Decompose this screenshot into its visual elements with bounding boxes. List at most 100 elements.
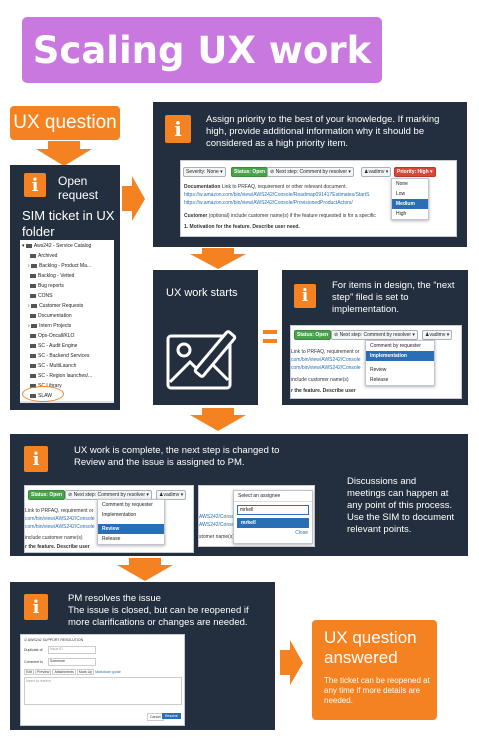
- doc-heading: Documentation: [184, 184, 221, 190]
- comment-select[interactable]: Someone: [48, 658, 96, 666]
- next-step-option[interactable]: Review: [366, 365, 434, 375]
- tree-item[interactable]: Backlog - Vetted: [20, 271, 114, 281]
- priority-option-selected[interactable]: Medium: [392, 199, 428, 209]
- assignee-popup-title: Select an assignee: [234, 491, 312, 502]
- ux-work-starts-label: UX work starts: [166, 287, 238, 299]
- customer-text: (optional) include customer name(s) if t…: [208, 213, 376, 219]
- ux-folder-highlight: [22, 386, 64, 402]
- doc-line: Documentation Link to PRFAQ, requirement…: [184, 184, 347, 190]
- dup-input[interactable]: Issue ID: [48, 646, 96, 654]
- tree-item[interactable]: CONS: [20, 291, 114, 301]
- priority-option[interactable]: Low: [392, 189, 428, 199]
- link-1[interactable]: https://w.amazon.com/bin/view/AWS242/Con…: [184, 192, 369, 198]
- priority-dropdown[interactable]: Priority: High ▾: [394, 167, 436, 177]
- complete-instructions: UX work is complete, the next step is ch…: [74, 445, 280, 468]
- tree-item[interactable]: › Backlog - Product Ma...: [20, 261, 114, 271]
- tab-attachments[interactable]: Attachments: [52, 669, 76, 675]
- link-fragment[interactable]: com/bin/view/AWS242/Console: [25, 524, 95, 530]
- next-step-option[interactable]: Release: [366, 375, 434, 385]
- next-step-dropdown[interactable]: ⊘ Next step: Comment by resolver ▾: [331, 330, 418, 340]
- tree-item[interactable]: SC - Audit Engine: [20, 341, 114, 351]
- tab-preview[interactable]: Preview: [35, 669, 52, 675]
- equals-icon: [263, 330, 277, 334]
- info-icon: i: [294, 284, 316, 308]
- assignee-input[interactable]: mrkell: [237, 505, 309, 515]
- tree-item[interactable]: Bug reports: [20, 281, 114, 291]
- tree-item[interactable]: Documentation: [20, 311, 114, 321]
- tab-markup[interactable]: Mark Up: [76, 669, 95, 675]
- tree-item[interactable]: ▾ Aws242 - Service Catalog: [20, 241, 114, 251]
- image-edit-icon: [166, 330, 237, 390]
- block-icon: ⊘: [68, 492, 73, 498]
- comment-label: Comment to: [24, 660, 44, 664]
- next-step-option[interactable]: Comment by requester: [98, 500, 164, 510]
- motivation-line: 1. Motivation for the feature. Describe …: [184, 224, 300, 230]
- down-arrow-icon: [117, 558, 173, 581]
- info-icon: i: [24, 594, 48, 620]
- tree-item[interactable]: SC - MultiLaunch: [20, 361, 114, 371]
- next-step-dropdown[interactable]: ⊘ Next step: Comment by resolver ▾: [267, 167, 354, 177]
- ux-question-box: UX question: [10, 106, 120, 140]
- design-instructions: For items in design, the “next step” fil…: [332, 280, 455, 315]
- next-step-menu: Comment by requester Implementation Revi…: [365, 340, 435, 386]
- doc-fragment: Link to PRFAQ, requirement or: [291, 349, 360, 355]
- ux-question-label: UX question: [13, 112, 117, 133]
- final-title: UX question answered: [324, 628, 417, 667]
- assignee-option[interactable]: mrkell: [237, 518, 309, 528]
- checkbox-icon: ☑: [24, 638, 28, 642]
- info-icon: i: [24, 173, 46, 197]
- right-arrow-icon: [122, 176, 145, 221]
- form-header: ☑ AWS242 SUPPORT RESOLUTION: [24, 638, 84, 642]
- priority-option[interactable]: None: [392, 179, 428, 189]
- status-button[interactable]: Status: Open: [28, 490, 66, 500]
- info-icon: i: [165, 115, 191, 143]
- info-icon: i: [24, 446, 48, 472]
- markdown-link[interactable]: Markdown guide: [95, 670, 121, 674]
- block-icon: ⊘: [334, 332, 339, 338]
- equals-icon-bar: [263, 339, 277, 343]
- tree-item[interactable]: SC - Backend Services: [20, 351, 114, 361]
- customer-fragment: include customer name(s): [25, 535, 83, 541]
- customer-fragment: include customer name(s): [291, 377, 349, 383]
- next-step-option[interactable]: Implementation: [98, 510, 164, 520]
- doc-text: Link to PRFAQ, requirement or other rele…: [221, 184, 347, 190]
- tree-item[interactable]: › Intern Projects: [20, 321, 114, 331]
- link-fragment[interactable]: com/bin/view/AWS242/Console: [291, 357, 361, 363]
- down-arrow-icon: [190, 248, 246, 269]
- block-icon: ⊘: [270, 169, 275, 175]
- link-fragment[interactable]: com/bin/view/AWS242/Console: [291, 365, 361, 371]
- priority-instructions: Assign priority to the best of your know…: [206, 114, 440, 149]
- discussion-note: Discussions and meetings can happen at a…: [347, 476, 455, 535]
- severity-dropdown[interactable]: Severity: None ▾: [183, 167, 226, 177]
- close-link[interactable]: Close: [234, 528, 312, 538]
- user-dropdown[interactable]: ♟vadimv ▾: [422, 330, 453, 340]
- next-step-option[interactable]: Release: [98, 534, 164, 544]
- priority-menu: None Low Medium High: [391, 178, 429, 220]
- link-fragment[interactable]: com/bin/view/AWS242/Console: [25, 516, 95, 522]
- editor-tabs: Edit Preview Attachments Mark Up Markdow…: [24, 669, 121, 675]
- next-step-option-selected[interactable]: Review: [98, 524, 164, 534]
- tree-item[interactable]: Ops-Oncall/KLO: [20, 331, 114, 341]
- tab-edit[interactable]: Edit: [24, 669, 35, 675]
- down-arrow-icon: [190, 408, 246, 431]
- priority-option[interactable]: High: [392, 209, 428, 219]
- page-title: Scaling UX work: [32, 28, 372, 72]
- tree-item[interactable]: SC - Region launches/...: [20, 371, 114, 381]
- motivation-fragment: r the feature. Describe user: [25, 544, 90, 550]
- status-button[interactable]: Status: Open: [294, 330, 332, 340]
- final-text: The ticket can be reopened at any time i…: [324, 676, 430, 705]
- motivation-fragment: r the feature. Describe user: [291, 388, 356, 394]
- link-2[interactable]: https://w.amazon.com/bin/view/AWS242/Con…: [184, 200, 353, 206]
- resolve-button[interactable]: Resolve: [162, 713, 181, 719]
- next-step-menu: Comment by requester Implementation Revi…: [97, 499, 165, 545]
- user-dropdown[interactable]: ♟vadimv ▾: [361, 167, 392, 177]
- tree-item[interactable]: › Customer Requests: [20, 301, 114, 311]
- assignee-popup: Select an assignee mrkell mrkell Close: [233, 490, 313, 544]
- next-step-option[interactable]: Comment by requester: [366, 341, 434, 351]
- customer-line: Customer (optional) include customer nam…: [184, 213, 376, 219]
- status-button[interactable]: Status: Open: [231, 167, 269, 177]
- tree-item[interactable]: Archived: [20, 251, 114, 261]
- doc-fragment: Link to PRFAQ, requirement or: [25, 508, 94, 514]
- next-step-option-selected[interactable]: Implementation: [366, 351, 434, 361]
- resolve-textarea[interactable]: Insert to resolve: [24, 677, 182, 705]
